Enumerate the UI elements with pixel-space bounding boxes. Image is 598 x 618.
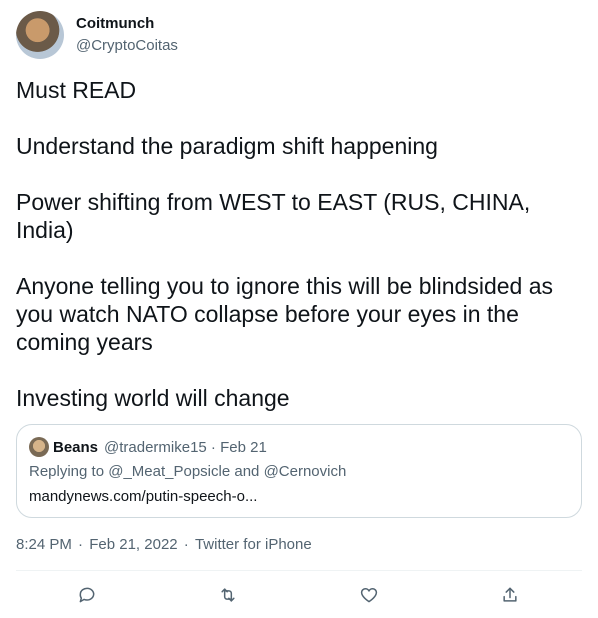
author-handle[interactable]: @CryptoCoitas [76, 37, 178, 54]
tweet-paragraph: Anyone telling you to ignore this will b… [16, 273, 553, 355]
quoted-tweet-card[interactable]: Beans @tradermike15 · Feb 21 Replying to… [16, 424, 582, 518]
replying-to-label: Replying to [29, 463, 109, 480]
retweet-button[interactable] [215, 582, 241, 608]
quoted-link-url[interactable]: mandynews.com/putin-speech-o... [29, 488, 257, 505]
replying-to-and: and [230, 463, 264, 480]
reply-button[interactable] [74, 582, 100, 608]
tweet: Coitmunch @CryptoCoitas Must READ Unders… [0, 0, 598, 618]
author-avatar[interactable] [16, 11, 64, 59]
share-button[interactable] [497, 582, 523, 608]
tweet-paragraph: Must READ [16, 77, 137, 103]
heart-icon [360, 587, 378, 603]
retweet-icon [221, 588, 235, 602]
tweet-source[interactable]: Twitter for iPhone [195, 536, 312, 553]
quoted-author-handle-date: @tradermike15 · Feb 21 [104, 439, 267, 456]
replying-to-user-1[interactable]: @_Meat_Popsicle [108, 463, 230, 480]
tweet-paragraph: Understand the paradigm shift happening [16, 133, 438, 159]
quoted-author-name: Beans [53, 439, 99, 456]
quoted-replying-to: Replying to @_Meat_Popsicle and @Cernovi… [29, 463, 346, 480]
meta-separator: · [179, 536, 193, 553]
tweet-actions-bar [0, 578, 598, 612]
tweet-date[interactable]: Feb 21, 2022 [89, 536, 177, 553]
tweet-paragraph: Power shifting from WEST to EAST (RUS, C… [16, 189, 531, 243]
share-icon [503, 587, 517, 602]
divider [16, 570, 582, 571]
reply-icon [79, 587, 95, 603]
tweet-metadata: 8:24 PM · Feb 21, 2022 · Twitter for iPh… [16, 536, 314, 553]
tweet-time[interactable]: 8:24 PM [16, 536, 72, 553]
tweet-text: Must READ Understand the paradigm shift … [16, 76, 582, 440]
meta-separator: · [73, 536, 88, 553]
like-button[interactable] [356, 582, 382, 608]
author-display-name[interactable]: Coitmunch [76, 15, 154, 32]
tweet-paragraph: Investing world will change [16, 385, 290, 411]
quoted-author-avatar [29, 437, 49, 457]
replying-to-user-2[interactable]: @Cernovich [264, 463, 347, 480]
